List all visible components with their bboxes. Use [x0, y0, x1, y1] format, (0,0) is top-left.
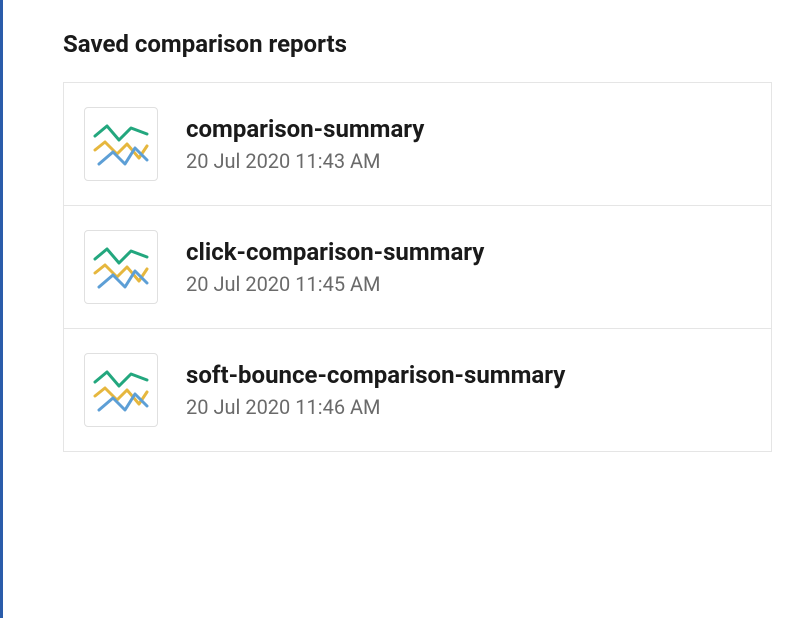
saved-reports-panel: Saved comparison reports comparison-summ…	[0, 0, 792, 618]
report-content: soft-bounce-comparison-summary 20 Jul 20…	[186, 361, 751, 419]
chart-lines-icon	[84, 230, 158, 304]
report-item[interactable]: click-comparison-summary 20 Jul 2020 11:…	[63, 205, 772, 328]
report-timestamp: 20 Jul 2020 11:45 AM	[186, 272, 751, 296]
report-title: click-comparison-summary	[186, 238, 751, 266]
report-content: click-comparison-summary 20 Jul 2020 11:…	[186, 238, 751, 296]
report-item[interactable]: comparison-summary 20 Jul 2020 11:43 AM	[63, 82, 772, 205]
chart-lines-icon	[84, 107, 158, 181]
chart-lines-icon	[84, 353, 158, 427]
report-title: comparison-summary	[186, 115, 751, 143]
section-title: Saved comparison reports	[63, 30, 792, 58]
report-item[interactable]: soft-bounce-comparison-summary 20 Jul 20…	[63, 328, 772, 452]
report-timestamp: 20 Jul 2020 11:46 AM	[186, 395, 751, 419]
reports-list: comparison-summary 20 Jul 2020 11:43 AM …	[63, 82, 772, 452]
report-timestamp: 20 Jul 2020 11:43 AM	[186, 149, 751, 173]
report-title: soft-bounce-comparison-summary	[186, 361, 751, 389]
report-content: comparison-summary 20 Jul 2020 11:43 AM	[186, 115, 751, 173]
